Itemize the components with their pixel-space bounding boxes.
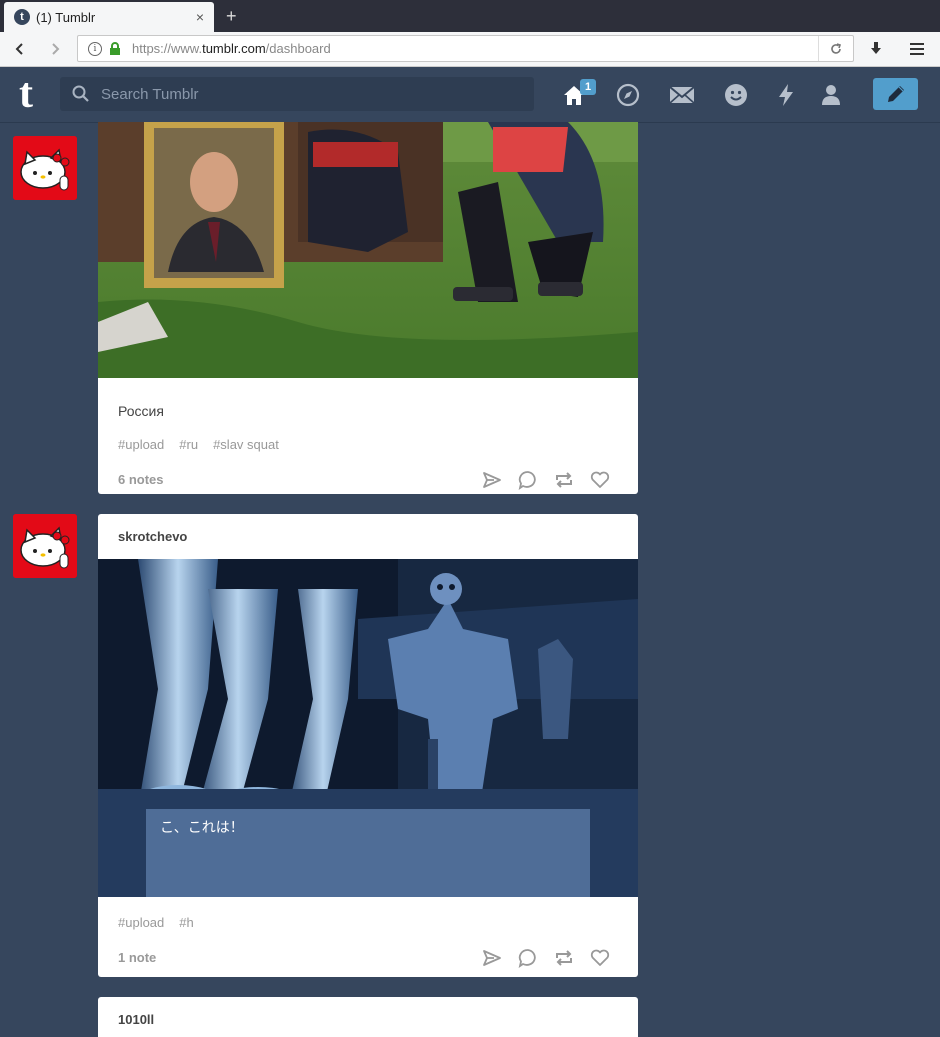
compose-button[interactable] (873, 78, 918, 110)
home-notification-badge: 1 (580, 79, 596, 95)
tab-title: (1) Tumblr (36, 9, 96, 25)
smiley-chat-icon (725, 84, 747, 106)
activity-button[interactable] (772, 81, 800, 109)
explore-button[interactable] (614, 81, 642, 109)
speech-bubble-icon (518, 471, 536, 490)
back-arrow-icon (15, 43, 23, 55)
search-input[interactable] (99, 84, 503, 104)
downloads-button[interactable] (864, 37, 888, 61)
avatar[interactable] (13, 514, 77, 578)
mail-icon (669, 86, 695, 104)
reblog-button[interactable] (546, 946, 582, 970)
new-tab-button[interactable]: + (226, 6, 237, 26)
messaging-button[interactable] (722, 81, 750, 109)
post-author[interactable]: 1010ll (98, 997, 638, 1037)
search-box[interactable] (60, 77, 534, 111)
tumblr-favicon-icon: t (14, 9, 30, 25)
tumblr-header: t 1 (0, 67, 940, 123)
reload-icon (831, 42, 842, 54)
url-prefix: https://www. (132, 41, 203, 56)
hamburger-menu-icon (910, 43, 924, 55)
post-tag[interactable]: #ru (179, 437, 198, 452)
reply-button[interactable] (510, 946, 546, 970)
like-button[interactable] (582, 468, 618, 492)
notes-count[interactable]: 6 notes (118, 472, 164, 487)
url-bar[interactable]: i https://www.tumblr.com/dashboard (77, 35, 854, 62)
reblog-icon (556, 472, 572, 488)
post-image (98, 559, 638, 897)
share-button[interactable] (474, 468, 510, 492)
reload-button[interactable] (818, 36, 853, 61)
browser-tab-bar: t (1) Tumblr × + (0, 0, 940, 32)
forward-button[interactable] (43, 37, 67, 61)
back-button[interactable] (8, 37, 32, 61)
post-footer: 6 notes (98, 460, 638, 494)
image-caption-text: こ、これは！ (160, 820, 244, 836)
post-actions (474, 946, 618, 970)
inbox-button[interactable] (668, 81, 696, 109)
hello-kitty-avatar-icon (13, 514, 77, 578)
post-tag[interactable]: #slav squat (213, 437, 279, 452)
post-tags: #upload #h (98, 915, 638, 930)
post-caption: Россия (118, 403, 164, 419)
reblog-icon (556, 950, 572, 966)
account-button[interactable] (817, 81, 845, 109)
hello-kitty-avatar-icon (13, 136, 77, 200)
share-arrow-icon (483, 950, 501, 966)
post-photo[interactable]: こ、これは！ (98, 559, 638, 897)
reply-button[interactable] (510, 468, 546, 492)
heart-icon (590, 471, 610, 488)
post-actions (474, 468, 618, 492)
post-tag[interactable]: #upload (118, 915, 164, 930)
search-icon (72, 85, 89, 102)
post-tags: #upload #ru #slav squat (98, 437, 638, 452)
post-author[interactable]: skrotchevo (98, 514, 638, 559)
speech-bubble-icon (518, 949, 536, 968)
post-footer: 1 note (98, 938, 638, 977)
post-tag[interactable]: #upload (118, 437, 164, 452)
post: Россия #upload #ru #slav squat 6 notes (98, 122, 638, 494)
post-photo[interactable] (98, 122, 638, 378)
share-arrow-icon (483, 472, 501, 488)
post: 1010ll (98, 997, 638, 1037)
notes-count[interactable]: 1 note (118, 950, 156, 965)
url-text: https://www.tumblr.com/dashboard (132, 41, 818, 56)
tumblr-logo[interactable]: t (19, 73, 33, 115)
post: skrotchevo こ、これは！ #upload #h 1 note (98, 514, 638, 977)
browser-nav-bar: i https://www.tumblr.com/dashboard (0, 32, 940, 67)
lock-icon (110, 41, 120, 55)
heart-icon (590, 949, 610, 966)
compass-icon (616, 83, 640, 107)
menu-button[interactable] (906, 37, 930, 61)
avatar[interactable] (13, 136, 77, 200)
forward-arrow-icon (52, 43, 60, 55)
share-button[interactable] (474, 946, 510, 970)
pencil-icon (887, 86, 904, 102)
info-icon[interactable]: i (88, 41, 102, 56)
lightning-bolt-icon (779, 84, 793, 106)
url-path: /dashboard (265, 41, 331, 56)
like-button[interactable] (582, 946, 618, 970)
person-icon (822, 85, 840, 105)
download-icon (871, 42, 881, 54)
browser-tab[interactable]: t (1) Tumblr × (4, 2, 214, 32)
reblog-button[interactable] (546, 468, 582, 492)
tab-close-icon[interactable]: × (196, 9, 204, 25)
post-tag[interactable]: #h (179, 915, 193, 930)
url-domain: tumblr.com (202, 41, 266, 56)
